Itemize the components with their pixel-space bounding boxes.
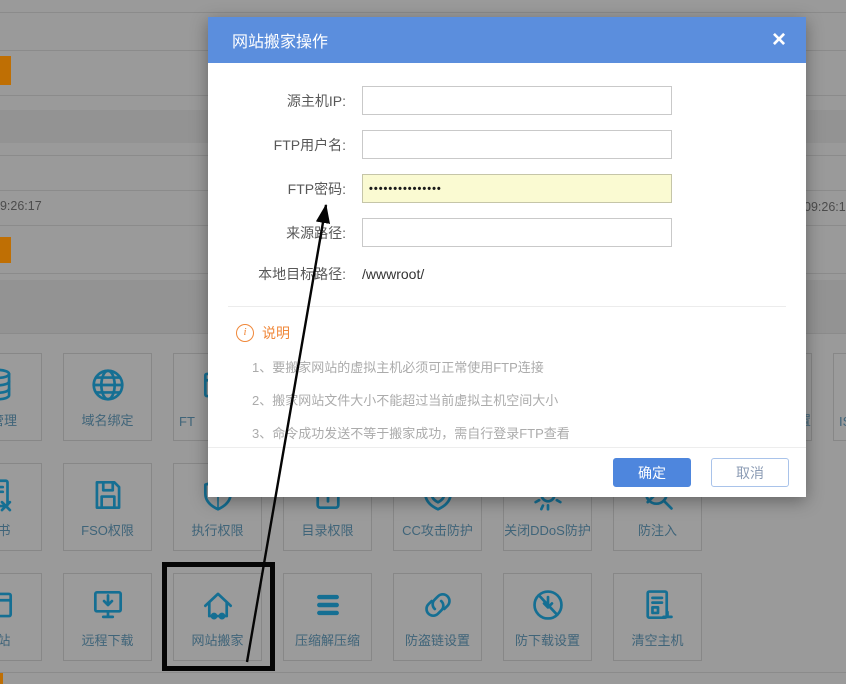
notes-title: 说明 xyxy=(262,323,290,343)
source-path-input[interactable] xyxy=(362,218,672,247)
tile-label: 执行权限 xyxy=(174,520,261,539)
form-row: 源主机IP: xyxy=(228,85,786,116)
annotation-highlight-box xyxy=(162,562,275,671)
note-item: 3、命令成功发送不等于搬家成功，需自行登录FTP查看 xyxy=(236,423,786,442)
orange-action-button-partial[interactable] xyxy=(0,237,11,263)
dialog-title: 网站搬家操作 xyxy=(208,28,328,52)
notes-header: i 说明 xyxy=(236,323,786,343)
local-target-path-value: /wwwroot/ xyxy=(362,266,424,282)
tile-label: IS xyxy=(834,414,846,429)
tile-window[interactable]: 网站 xyxy=(0,573,42,661)
close-icon[interactable]: × xyxy=(772,28,786,52)
field-label: 来源路径: xyxy=(228,223,362,243)
timestamp-left: 09:26:17 xyxy=(0,199,42,213)
page: 09:26:17 09:26:17 库管理域名绑定FT置IS证书FSO权限执行权… xyxy=(0,0,846,684)
table-row-divider xyxy=(0,12,846,13)
tile-label: 证书 xyxy=(0,520,41,539)
tile-label: 关闭DDoS防护 xyxy=(504,520,591,539)
ftp-password-input[interactable] xyxy=(362,174,672,203)
tile-label: 防注入 xyxy=(614,520,701,539)
tile-label: 防下载设置 xyxy=(504,630,591,649)
no-download-icon xyxy=(529,586,567,624)
dialog-body: 源主机IP: FTP用户名: FTP密码: 来源路径: 本地目标路径:/wwwroot/… xyxy=(208,63,806,442)
tile-broken-link[interactable]: 防盗链设置 xyxy=(393,573,482,661)
globe-icon xyxy=(89,366,127,404)
cancel-button[interactable]: 取消 xyxy=(711,458,789,487)
bars-icon xyxy=(309,586,347,624)
notes-section: i 说明 1、要搬家网站的虚拟主机必须可正常使用FTP连接 2、搬家网站文件大小不… xyxy=(228,323,786,442)
tile-label: 远程下载 xyxy=(64,630,151,649)
tile-label: 库管理 xyxy=(0,410,41,429)
tile-bars[interactable]: 压缩解压缩 xyxy=(283,573,372,661)
field-label: 源主机IP: xyxy=(228,91,362,111)
tile-partial[interactable]: IS xyxy=(833,353,846,441)
timestamp-right: 09:26:17 xyxy=(804,200,846,214)
tile-label: FSO权限 xyxy=(64,520,151,539)
tile-no-download[interactable]: 防下载设置 xyxy=(503,573,592,661)
cert-icon xyxy=(0,476,17,514)
orange-action-button-partial[interactable] xyxy=(0,673,3,684)
orange-action-button-partial[interactable] xyxy=(0,56,11,85)
tile-doc-clear[interactable]: 清空主机 xyxy=(613,573,702,661)
tile-floppy[interactable]: FSO权限 xyxy=(63,463,152,551)
tile-label: 网站 xyxy=(0,630,41,649)
tile-label: 域名绑定 xyxy=(64,410,151,429)
form-row: 来源路径: xyxy=(228,217,786,248)
tile-label: 压缩解压缩 xyxy=(284,630,371,649)
info-icon: i xyxy=(236,324,254,342)
page-bottom-divider xyxy=(0,672,846,673)
doc-clear-icon xyxy=(639,586,677,624)
notes-list: 1、要搬家网站的虚拟主机必须可正常使用FTP连接 2、搬家网站文件大小不能超过当前… xyxy=(236,357,786,442)
ok-button[interactable]: 确定 xyxy=(613,458,691,487)
tile-cert[interactable]: 证书 xyxy=(0,463,42,551)
broken-link-icon xyxy=(419,586,457,624)
tile-label: 清空主机 xyxy=(614,630,701,649)
dialog-header: 网站搬家操作 × xyxy=(208,17,806,63)
tile-monitor-download[interactable]: 远程下载 xyxy=(63,573,152,661)
monitor-download-icon xyxy=(89,586,127,624)
migration-form: 源主机IP: FTP用户名: FTP密码: 来源路径: 本地目标路径:/wwwroot/ xyxy=(228,85,786,284)
tile-label: CC攻击防护 xyxy=(394,520,481,539)
form-row: FTP用户名: xyxy=(228,129,786,160)
dialog-footer: 确定 取消 xyxy=(208,447,806,497)
source-ip-input[interactable] xyxy=(362,86,672,115)
database-icon xyxy=(0,366,17,404)
floppy-icon xyxy=(89,476,127,514)
note-item: 1、要搬家网站的虚拟主机必须可正常使用FTP连接 xyxy=(236,357,786,376)
tile-globe[interactable]: 域名绑定 xyxy=(63,353,152,441)
field-label: FTP用户名: xyxy=(228,135,362,155)
form-row: 本地目标路径:/wwwroot/ xyxy=(228,264,786,284)
section-divider xyxy=(228,306,786,307)
ftp-username-input[interactable] xyxy=(362,130,672,159)
note-item: 2、搬家网站文件大小不能超过当前虚拟主机空间大小 xyxy=(236,390,786,409)
form-row: FTP密码: xyxy=(228,173,786,204)
tile-database[interactable]: 库管理 xyxy=(0,353,42,441)
website-migration-dialog: 网站搬家操作 × 源主机IP: FTP用户名: FTP密码: 来源路径: 本地目标路径:… xyxy=(208,17,806,497)
tile-label: 目录权限 xyxy=(284,520,371,539)
field-label: FTP密码: xyxy=(228,179,362,199)
tile-label: 防盗链设置 xyxy=(394,630,481,649)
window-icon xyxy=(0,586,17,624)
field-label: 本地目标路径: xyxy=(228,264,362,284)
